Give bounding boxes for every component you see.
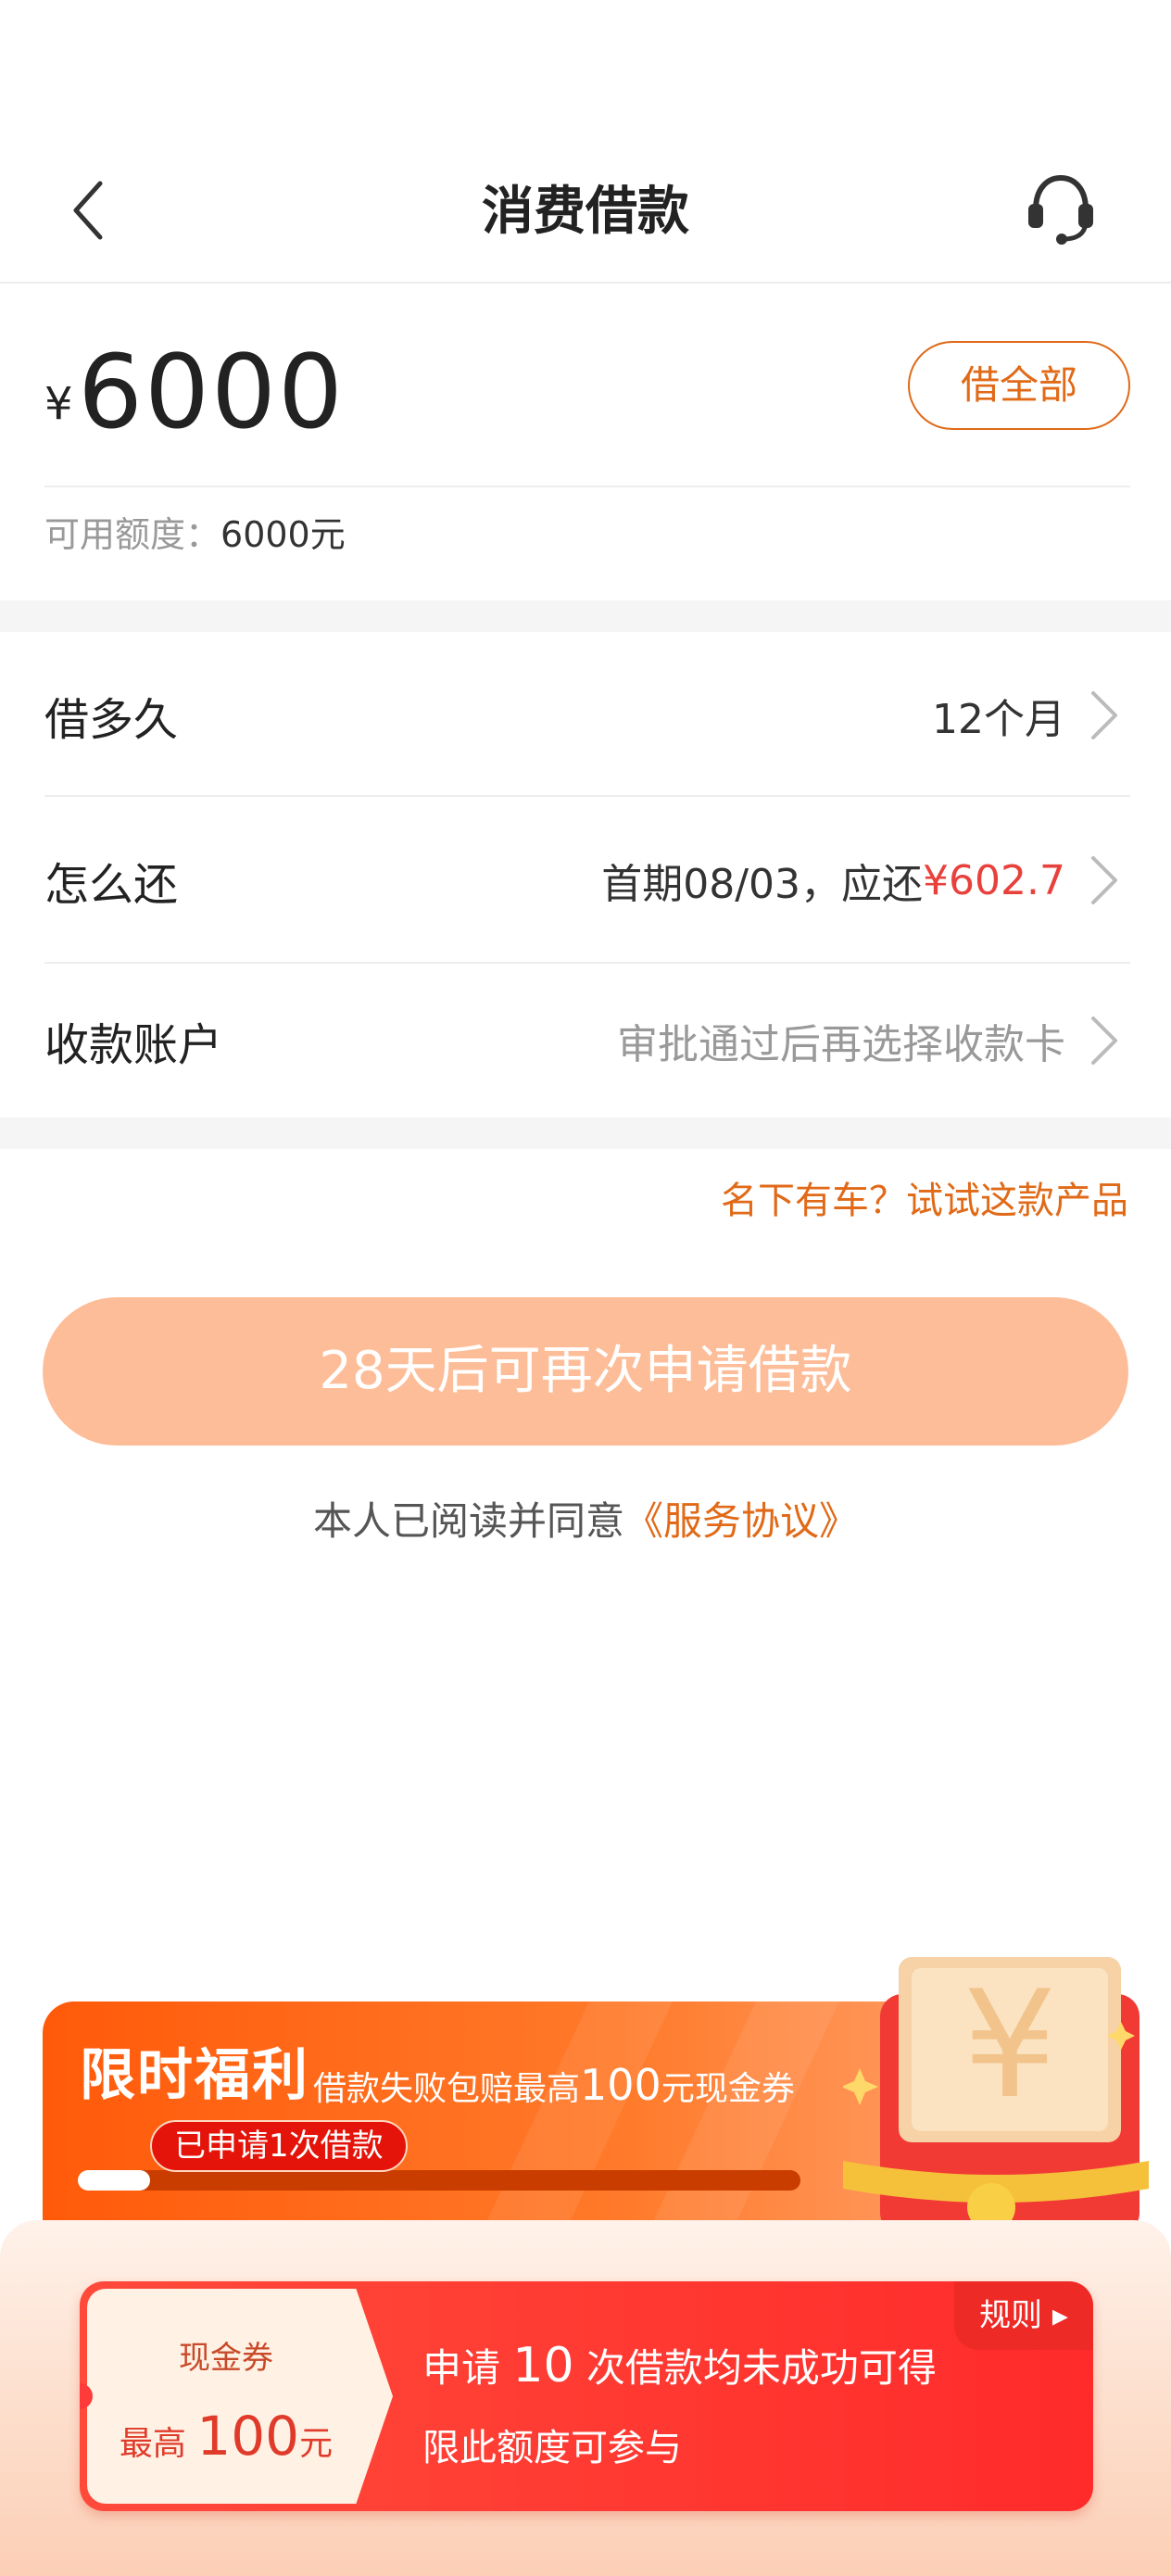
divider xyxy=(44,486,1130,487)
section-gap xyxy=(0,600,1171,632)
loan-options-list: 借多久 12个月 怎么还 首期08/03，应还 ¥602.7 收款账户 审批通过后… xyxy=(0,632,1171,1118)
customer-service-button[interactable] xyxy=(1019,167,1102,250)
decorative-stripe xyxy=(626,2001,839,2242)
coupon-condition-post: 次借款均未成功可得 xyxy=(586,2345,937,2391)
agreement-prefix: 本人已阅读并同意 xyxy=(312,1498,624,1544)
coupon-panel: 现金券 最高 100元 申请 10 次借款均未成功可得 限此额度可参与 规则 ▸ xyxy=(0,2220,1171,2576)
coupon-amount: 最高 100元 xyxy=(87,2404,365,2477)
duration-value: 12个月 xyxy=(932,696,1065,743)
coupon-amount-prefix: 最高 xyxy=(119,2425,186,2463)
promo-subtitle-pre: 借款失败包赔最高 xyxy=(313,2070,581,2108)
borrow-all-button[interactable]: 借全部 xyxy=(908,341,1130,430)
coupon-condition-pre: 申请 xyxy=(422,2345,501,2391)
duration-row[interactable]: 借多久 12个月 xyxy=(44,632,1130,799)
decorative-stripe xyxy=(460,2001,673,2242)
available-credit: 可用额度：6000元 xyxy=(44,504,346,565)
coupon-condition-num: 10 xyxy=(512,2338,574,2393)
promo-subtitle: 借款失败包赔最高100元现金券 xyxy=(313,2059,795,2115)
coupon-note: 限此额度可参与 xyxy=(422,2427,682,2469)
account-label: 收款账户 xyxy=(44,1019,223,1071)
available-credit-value: 6000元 xyxy=(220,514,346,555)
top-nav-bar: 消费借款 xyxy=(0,139,1171,284)
account-row[interactable]: 收款账户 审批通过后再选择收款卡 xyxy=(44,964,1130,1118)
repayment-label: 怎么还 xyxy=(44,859,179,911)
chevron-right-icon xyxy=(1091,856,1117,904)
car-loan-link[interactable]: 名下有车？试试这款产品 xyxy=(721,1173,1128,1229)
section-gap xyxy=(0,1118,1171,1149)
repayment-first-date: 首期08/03，应还 xyxy=(601,861,924,908)
account-value: 审批通过后再选择收款卡 xyxy=(617,1021,1065,1068)
chevron-right-icon xyxy=(1091,691,1117,739)
headset-icon xyxy=(1028,174,1093,245)
duration-label: 借多久 xyxy=(44,694,179,746)
coupon-type: 现金券 xyxy=(179,2340,273,2377)
promo-subtitle-post: 元现金券 xyxy=(661,2070,795,2108)
promo-progress-bar xyxy=(78,2170,800,2191)
available-credit-label: 可用额度： xyxy=(44,514,221,555)
repayment-value: 首期08/03，应还 ¥602.7 xyxy=(601,797,1065,964)
promo-subtitle-num: 100 xyxy=(580,2060,661,2110)
promo-progress-fill xyxy=(78,2170,150,2191)
coupon-stub: 现金券 最高 100元 xyxy=(87,2289,393,2504)
service-agreement-link[interactable]: 《服务协议》 xyxy=(624,1498,858,1544)
agreement-text: 本人已阅读并同意《服务协议》 xyxy=(0,1492,1171,1551)
repayment-row[interactable]: 怎么还 首期08/03，应还 ¥602.7 xyxy=(44,797,1130,964)
coupon-condition: 申请 10 次借款均未成功可得 xyxy=(422,2333,937,2401)
currency-symbol: ¥ xyxy=(44,378,73,430)
svg-text:¥: ¥ xyxy=(963,1958,1057,2131)
repayment-amount: ¥602.7 xyxy=(923,856,1065,904)
promo-title: 限时福利 xyxy=(80,2043,309,2108)
coupon-amount-value: 100 xyxy=(196,2405,300,2468)
red-envelope-icon: ¥ xyxy=(843,1957,1149,2235)
coupon-amount-unit: 元 xyxy=(299,2425,334,2463)
apply-loan-button[interactable]: 28天后可再次申请借款 xyxy=(43,1297,1128,1446)
coupon-card[interactable]: 现金券 最高 100元 申请 10 次借款均未成功可得 限此额度可参与 规则 ▸ xyxy=(80,2281,1093,2511)
chevron-right-icon xyxy=(1091,1017,1117,1065)
rules-button[interactable]: 规则 ▸ xyxy=(954,2281,1093,2350)
page-title: 消费借款 xyxy=(482,182,689,242)
progress-tag: 已申请1次借款 xyxy=(150,2120,408,2172)
amount-section: ¥ 6000 借全部 可用额度：6000元 xyxy=(0,285,1171,600)
loan-amount[interactable]: 6000 xyxy=(78,322,345,461)
